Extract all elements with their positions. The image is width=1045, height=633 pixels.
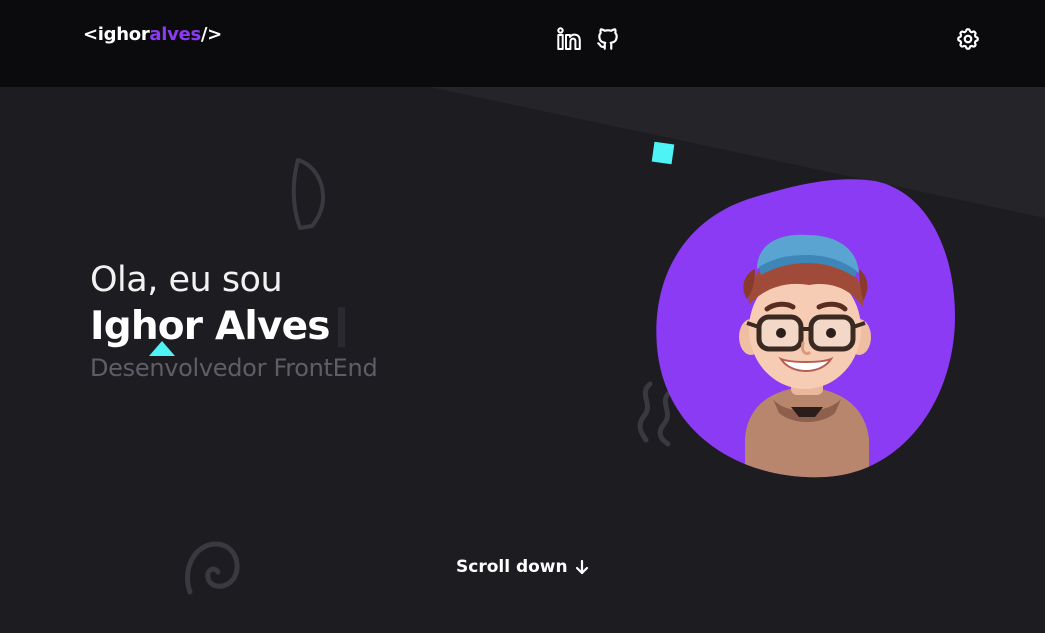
settings-button[interactable] [955, 26, 981, 52]
square-shape [651, 141, 675, 165]
gear-icon [957, 28, 979, 50]
logo-first: ighor [97, 24, 150, 45]
avatar [656, 179, 955, 478]
hero-text: Ola, eu sou Ighor Alves Desenvolvedor Fr… [90, 258, 378, 384]
navbar: <ighoralves/> [0, 0, 1045, 87]
triangle-shape [149, 341, 175, 356]
half-circle-shape [291, 158, 325, 230]
linkedin-icon [557, 27, 581, 50]
page: <ighoralves/> Ola, eu sou Ighor Alves De… [0, 0, 1045, 633]
scroll-down-label: Scroll down [456, 557, 568, 577]
logo-accent: alves [149, 24, 201, 45]
typing-cursor [337, 307, 345, 347]
greeting: Ola, eu sou [90, 260, 283, 300]
scroll-down-button[interactable]: Scroll down [456, 557, 590, 577]
name-row: Ighor Alves [90, 302, 377, 352]
github-icon [597, 28, 618, 50]
arrow-down-icon [575, 559, 588, 575]
logo-close: /> [200, 24, 222, 45]
github-link[interactable] [595, 26, 621, 52]
hero-name: Ighor Alves [90, 304, 330, 349]
logo[interactable]: <ighoralves/> [83, 24, 222, 45]
logo-open: < [83, 24, 98, 45]
hero-role: Desenvolvedor FrontEnd [90, 354, 378, 382]
spiral-shape [185, 541, 240, 595]
linkedin-link[interactable] [556, 26, 582, 52]
social-links [556, 26, 621, 52]
